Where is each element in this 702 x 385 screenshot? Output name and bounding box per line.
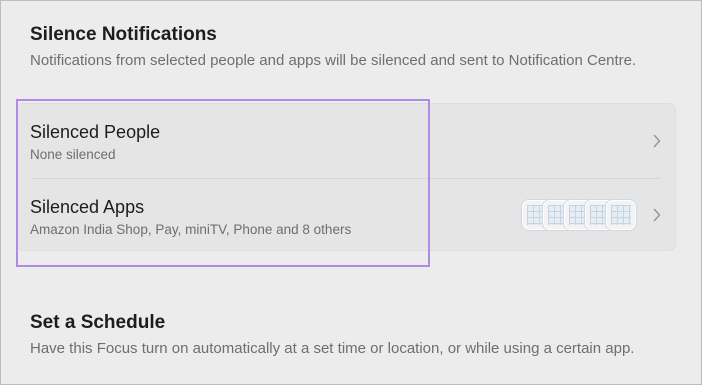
silence-notifications-section: Silence Notifications Notifications from… <box>30 23 675 71</box>
set-schedule-description: Have this Focus turn on automatically at… <box>30 340 635 357</box>
silence-notifications-description: Notifications from selected people and a… <box>30 52 637 69</box>
app-icon <box>606 200 636 230</box>
silenced-people-subtitle: None silenced <box>30 147 116 162</box>
silenced-people-row[interactable]: Silenced People None silenced <box>17 104 675 178</box>
set-schedule-section: Set a Schedule Have this Focus turn on a… <box>30 311 675 359</box>
silenced-people-title: Silenced People <box>30 122 161 142</box>
silenced-apps-title: Silenced Apps <box>30 197 145 217</box>
chevron-right-icon[interactable] <box>653 208 661 222</box>
silenced-app-icons <box>522 200 638 232</box>
silenced-list-card: Silenced People None silenced Silenced A… <box>16 103 676 251</box>
silence-notifications-title: Silence Notifications <box>30 24 217 45</box>
silenced-apps-row[interactable]: Silenced Apps Amazon India Shop, Pay, mi… <box>17 178 675 252</box>
chevron-right-icon[interactable] <box>653 134 661 148</box>
silenced-apps-subtitle: Amazon India Shop, Pay, miniTV, Phone an… <box>30 222 352 237</box>
set-schedule-title: Set a Schedule <box>30 312 166 333</box>
